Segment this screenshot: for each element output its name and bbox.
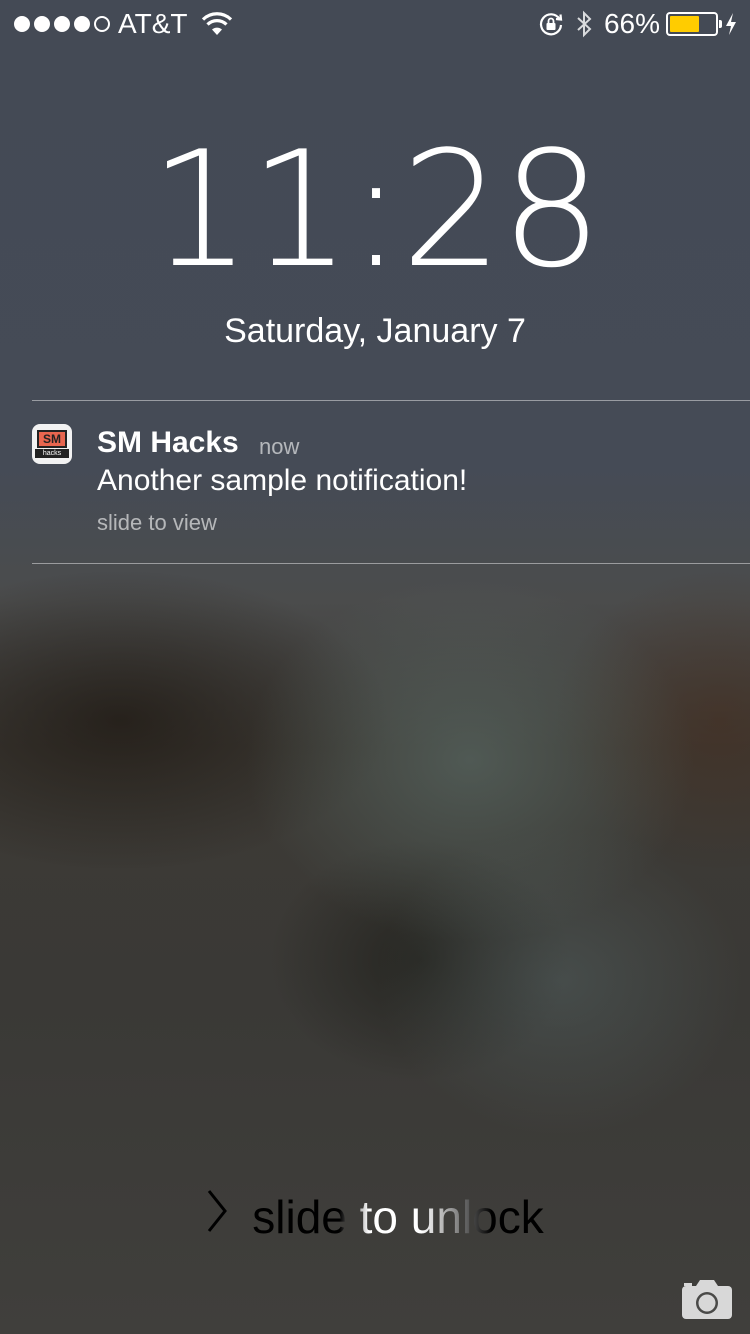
- camera-icon[interactable]: [680, 1278, 734, 1320]
- slide-to-unlock[interactable]: slide to unlock: [0, 1188, 750, 1245]
- slide-to-unlock-label: slide to unlock: [252, 1190, 544, 1243]
- carrier-name: AT&T: [118, 8, 188, 39]
- lock-screen-date: Saturday, January 7: [224, 312, 526, 350]
- wifi-icon: [201, 11, 233, 37]
- notification-item[interactable]: SM hacks SM Hacks now Another sample not…: [0, 400, 750, 563]
- notification-time: now: [259, 434, 300, 459]
- app-icon: SM hacks: [32, 424, 72, 464]
- status-bar: AT&T 66%: [0, 0, 750, 48]
- battery-percentage: 66%: [603, 8, 660, 39]
- orientation-lock-icon: [538, 11, 564, 37]
- notification-divider-bottom: [32, 563, 750, 564]
- chevron-right-icon: [206, 1188, 228, 1245]
- signal-strength-icon: [14, 16, 110, 32]
- lock-screen-time: 11:28: [149, 116, 602, 303]
- notification-app-name: SM Hacks: [97, 426, 239, 459]
- battery-level-fill: [670, 16, 700, 32]
- battery-icon: [666, 12, 722, 36]
- bluetooth-icon: [576, 10, 592, 38]
- notification-body: Another sample notification!: [97, 464, 468, 497]
- charging-bolt-icon: [724, 12, 738, 36]
- notification-action-hint: slide to view: [97, 510, 217, 535]
